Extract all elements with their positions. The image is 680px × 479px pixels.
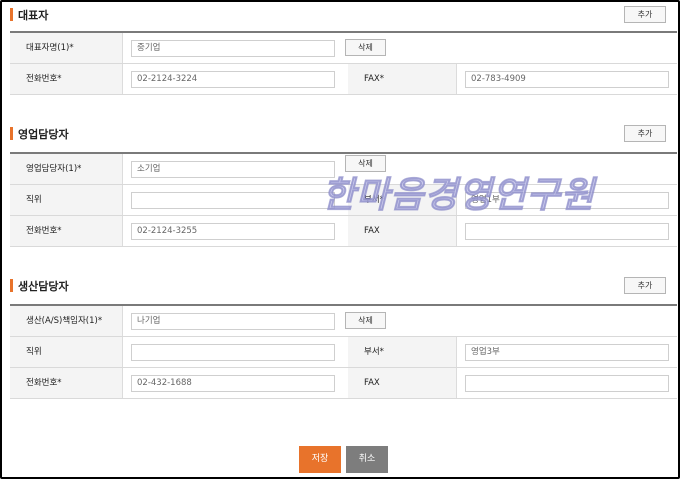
table-row: 직위 부서* 영업1부 xyxy=(10,185,677,216)
production-name-label: 생산(A/S)책임자(1)* xyxy=(10,306,122,336)
sales-name-label: 영업담당자(1)* xyxy=(10,154,122,184)
cell-divider xyxy=(456,64,457,94)
sales-phone-input[interactable]: 02-2124-3255 xyxy=(131,223,335,240)
table-row: 전화번호* 02-432-1688 FAX xyxy=(10,368,677,399)
sales-position-label: 직위 xyxy=(10,185,122,215)
form-window: 대표자 추가 대표자명(1)* 중기업 삭제 전화번호* 02-2124-322… xyxy=(0,0,680,479)
production-phone-input[interactable]: 02-432-1688 xyxy=(131,375,335,392)
cell-divider xyxy=(122,216,123,246)
representative-name-label: 대표자명(1)* xyxy=(10,33,122,63)
table-row: 영업담당자(1)* 소기업 삭제 xyxy=(10,154,677,185)
production-add-button[interactable]: 추가 xyxy=(624,277,666,294)
representative-delete-button[interactable]: 삭제 xyxy=(345,39,386,56)
production-section-title: 생산담당자 xyxy=(18,280,69,293)
cell-divider xyxy=(122,64,123,94)
cancel-button[interactable]: 취소 xyxy=(346,446,388,473)
production-position-label: 직위 xyxy=(10,337,122,367)
production-dept-input[interactable]: 영업3부 xyxy=(465,344,669,361)
section-marker xyxy=(10,127,13,140)
table-row: 전화번호* 02-2124-3255 FAX xyxy=(10,216,677,247)
representative-fax-label: FAX* xyxy=(348,64,456,94)
production-dept-label: 부서* xyxy=(348,337,456,367)
representative-section-title: 대표자 xyxy=(18,9,49,22)
representative-phone-input[interactable]: 02-2124-3224 xyxy=(131,71,335,88)
representative-phone-label: 전화번호* xyxy=(10,64,122,94)
cell-divider xyxy=(122,368,123,398)
production-table: 생산(A/S)책임자(1)* 나기업 삭제 직위 부서* 영업3부 전화번호* … xyxy=(10,304,677,399)
cell-divider xyxy=(122,154,123,184)
production-fax-label: FAX xyxy=(348,368,456,398)
representative-add-button[interactable]: 추가 xyxy=(624,6,666,23)
section-marker xyxy=(10,8,13,21)
sales-dept-label: 부서* xyxy=(348,185,456,215)
sales-delete-button[interactable]: 삭제 xyxy=(345,155,386,172)
production-delete-button[interactable]: 삭제 xyxy=(345,312,386,329)
representative-fax-input[interactable]: 02-783-4909 xyxy=(465,71,669,88)
sales-phone-label: 전화번호* xyxy=(10,216,122,246)
cell-divider xyxy=(122,337,123,367)
production-position-input[interactable] xyxy=(131,344,335,361)
table-row: 전화번호* 02-2124-3224 FAX* 02-783-4909 xyxy=(10,64,677,95)
section-marker xyxy=(10,279,13,292)
production-fax-input[interactable] xyxy=(465,375,669,392)
table-row: 대표자명(1)* 중기업 삭제 xyxy=(10,33,677,64)
sales-fax-input[interactable] xyxy=(465,223,669,240)
sales-table: 영업담당자(1)* 소기업 삭제 직위 부서* 영업1부 전화번호* 02-21… xyxy=(10,152,677,247)
representative-table: 대표자명(1)* 중기업 삭제 전화번호* 02-2124-3224 FAX* … xyxy=(10,31,677,95)
cell-divider xyxy=(456,368,457,398)
cell-divider xyxy=(122,306,123,336)
sales-fax-label: FAX xyxy=(348,216,456,246)
production-phone-label: 전화번호* xyxy=(10,368,122,398)
sales-position-input[interactable] xyxy=(131,192,335,209)
sales-dept-input[interactable]: 영업1부 xyxy=(465,192,669,209)
cell-divider xyxy=(456,337,457,367)
representative-name-input[interactable]: 중기업 xyxy=(131,40,335,57)
table-row: 생산(A/S)책임자(1)* 나기업 삭제 xyxy=(10,306,677,337)
cell-divider xyxy=(456,216,457,246)
cell-divider xyxy=(122,185,123,215)
sales-name-input[interactable]: 소기업 xyxy=(131,161,335,178)
table-row: 직위 부서* 영업3부 xyxy=(10,337,677,368)
cell-divider xyxy=(456,185,457,215)
save-button[interactable]: 저장 xyxy=(299,446,341,473)
production-name-input[interactable]: 나기업 xyxy=(131,313,335,330)
sales-section-title: 영업담당자 xyxy=(18,128,69,141)
cell-divider xyxy=(122,33,123,63)
sales-add-button[interactable]: 추가 xyxy=(624,125,666,142)
